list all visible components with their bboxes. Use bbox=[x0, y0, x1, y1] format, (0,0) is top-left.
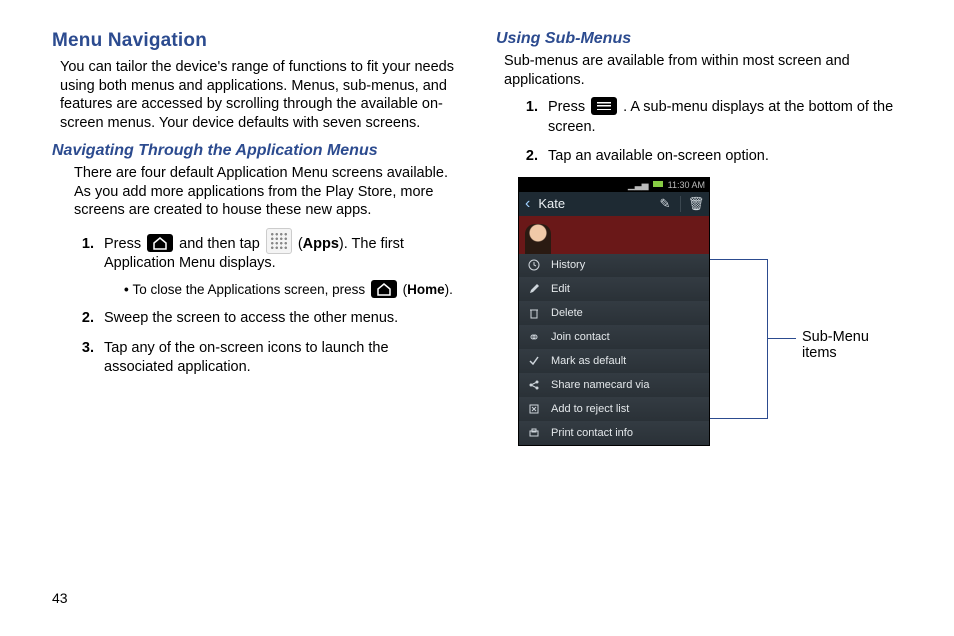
step-1: Press and then tap (Apps). The first App… bbox=[98, 228, 456, 299]
apps-label: Apps bbox=[303, 236, 339, 252]
right-column: Using Sub-Menus Sub-menus are available … bbox=[496, 30, 900, 446]
two-column-layout: Menu Navigation You can tailor the devic… bbox=[0, 0, 954, 446]
menu-key-icon bbox=[591, 97, 617, 115]
delete-icon[interactable]: 🗑 bbox=[685, 196, 707, 212]
bracket-line bbox=[710, 259, 768, 419]
menu-item-history[interactable]: History bbox=[519, 254, 709, 277]
page-number: 43 bbox=[52, 590, 68, 606]
screenshot-figure: ▁▃▅ 11:30 AM ‹ Kate ✎ 🗑 bbox=[518, 177, 898, 446]
menu-label: Mark as default bbox=[551, 355, 626, 367]
bullet-text: ). bbox=[445, 282, 453, 297]
instruction-list: Press and then tap (Apps). The first App… bbox=[74, 228, 456, 378]
intro-paragraph: Sub-menus are available from within most… bbox=[504, 52, 900, 89]
manual-page: Menu Navigation You can tailor the devic… bbox=[0, 0, 954, 636]
menu-label: Print contact info bbox=[551, 427, 633, 439]
bracket-stem bbox=[768, 338, 796, 339]
bullet-text: To close the Applications screen, press bbox=[132, 282, 368, 297]
status-bar: ▁▃▅ 11:30 AM bbox=[519, 178, 709, 192]
edit-icon[interactable]: ✎ bbox=[654, 196, 676, 212]
menu-item-mark-default[interactable]: Mark as default bbox=[519, 349, 709, 373]
menu-item-edit[interactable]: Edit bbox=[519, 277, 709, 301]
link-icon bbox=[527, 331, 541, 343]
menu-item-share[interactable]: Share namecard via bbox=[519, 373, 709, 397]
menu-item-join[interactable]: Join contact bbox=[519, 325, 709, 349]
apps-icon bbox=[266, 228, 292, 254]
subsection-paragraph: There are four default Application Menu … bbox=[74, 164, 456, 220]
step-2: Sweep the screen to access the other men… bbox=[98, 309, 456, 329]
menu-item-delete[interactable]: Delete bbox=[519, 301, 709, 325]
contact-header: ‹ Kate ✎ 🗑 bbox=[519, 192, 709, 216]
menu-label: Share namecard via bbox=[551, 379, 649, 391]
callout-label: Sub-Menu items bbox=[802, 329, 890, 361]
menu-label: Add to reject list bbox=[551, 403, 629, 415]
intro-paragraph: You can tailor the device's range of fun… bbox=[60, 58, 456, 132]
section-heading: Menu Navigation bbox=[52, 30, 456, 52]
check-icon bbox=[527, 355, 541, 367]
step-text: Press bbox=[104, 236, 145, 252]
subsection-heading: Navigating Through the Application Menus bbox=[52, 142, 456, 160]
step-1: Press . A sub-menu displays at the botto… bbox=[542, 97, 900, 137]
menu-label: Delete bbox=[551, 307, 583, 319]
step-text: and then tap bbox=[179, 236, 264, 252]
step-text: Press bbox=[548, 99, 589, 115]
back-icon[interactable]: ‹ bbox=[521, 195, 534, 213]
sub-menu-list: History Edit Delete Join contact bbox=[519, 254, 709, 445]
menu-item-reject[interactable]: Add to reject list bbox=[519, 397, 709, 421]
home-key-icon bbox=[147, 234, 173, 252]
subsection-heading: Using Sub-Menus bbox=[496, 30, 900, 48]
instruction-list: Press . A sub-menu displays at the botto… bbox=[518, 97, 900, 167]
home-key-icon bbox=[371, 280, 397, 298]
left-column: Menu Navigation You can tailor the devic… bbox=[52, 30, 456, 446]
avatar bbox=[525, 224, 551, 254]
print-icon bbox=[527, 427, 541, 439]
menu-label: Edit bbox=[551, 283, 570, 295]
signal-icon: ▁▃▅ bbox=[628, 180, 649, 190]
menu-label: History bbox=[551, 259, 585, 271]
callout-bracket: Sub-Menu items bbox=[710, 259, 890, 417]
step-2: Tap an available on-screen option. bbox=[542, 147, 900, 167]
home-label: Home bbox=[407, 282, 445, 297]
battery-icon bbox=[653, 181, 663, 187]
separator bbox=[680, 196, 681, 212]
reject-icon bbox=[527, 403, 541, 415]
contact-name: Kate bbox=[538, 196, 650, 211]
share-icon bbox=[527, 379, 541, 391]
pencil-icon bbox=[527, 283, 541, 295]
trash-icon bbox=[527, 307, 541, 319]
phone-mockup: ▁▃▅ 11:30 AM ‹ Kate ✎ 🗑 bbox=[518, 177, 710, 446]
menu-item-print[interactable]: Print contact info bbox=[519, 421, 709, 445]
sub-bullet: To close the Applications screen, press … bbox=[124, 280, 456, 299]
clock-text: 11:30 AM bbox=[668, 180, 705, 190]
menu-label: Join contact bbox=[551, 331, 610, 343]
history-icon bbox=[527, 259, 541, 271]
step-3: Tap any of the on-screen icons to launch… bbox=[98, 339, 456, 378]
contact-photo bbox=[519, 216, 709, 254]
